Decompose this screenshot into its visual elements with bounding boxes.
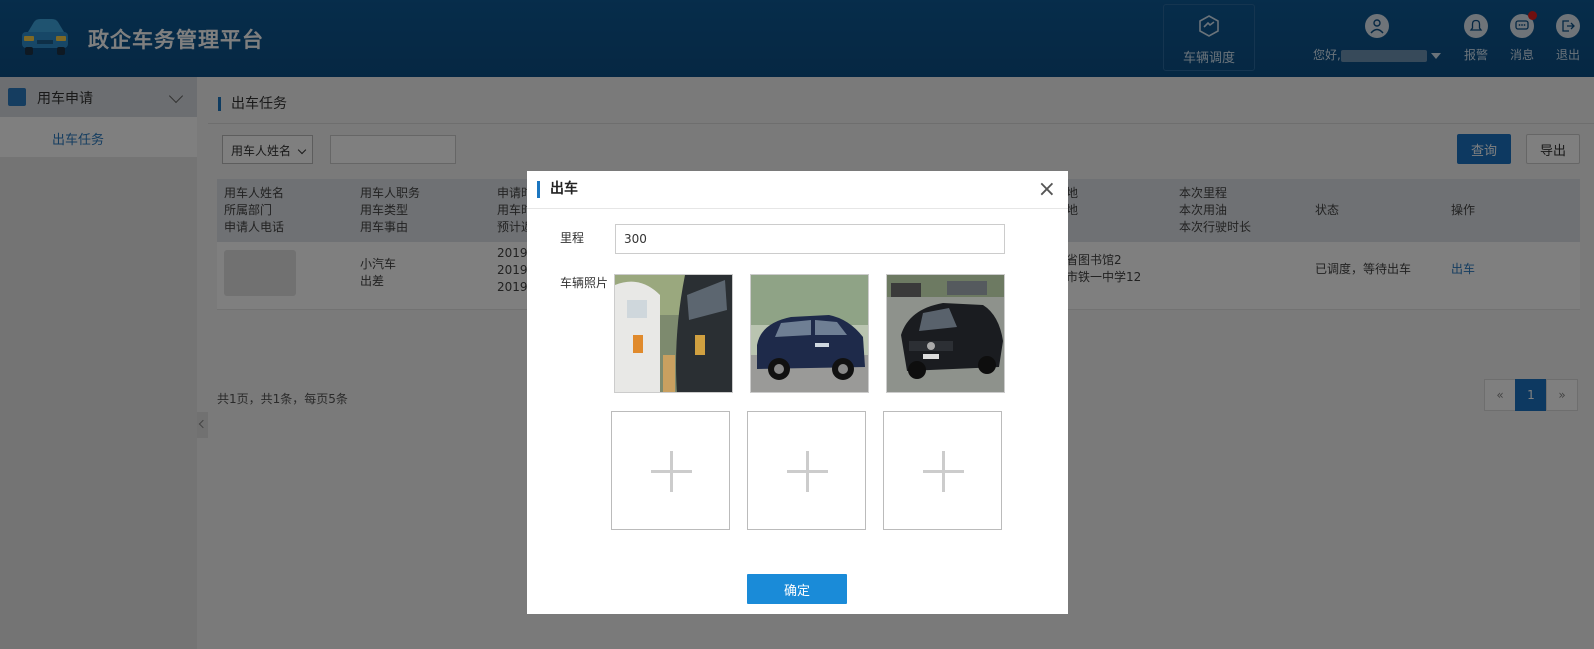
add-photo-slot-2[interactable] [747,411,866,530]
dispatch-dialog: 出车 × 里程 车辆照片 [527,171,1068,614]
dialog-title: 出车 [537,181,578,198]
vehicle-photo-1[interactable] [614,274,733,393]
confirm-button[interactable]: 确定 [747,574,847,604]
mileage-label: 里程 [560,231,585,245]
add-photo-slot-1[interactable] [611,411,730,530]
add-photo-slot-3[interactable] [883,411,1002,530]
vehicle-photo-2[interactable] [750,274,869,393]
vehicle-photo-label: 车辆照片 [560,276,609,290]
mileage-input[interactable] [615,224,1005,254]
vehicle-photo-3[interactable] [886,274,1005,393]
divider [527,208,1068,209]
close-icon[interactable]: × [1038,179,1056,201]
